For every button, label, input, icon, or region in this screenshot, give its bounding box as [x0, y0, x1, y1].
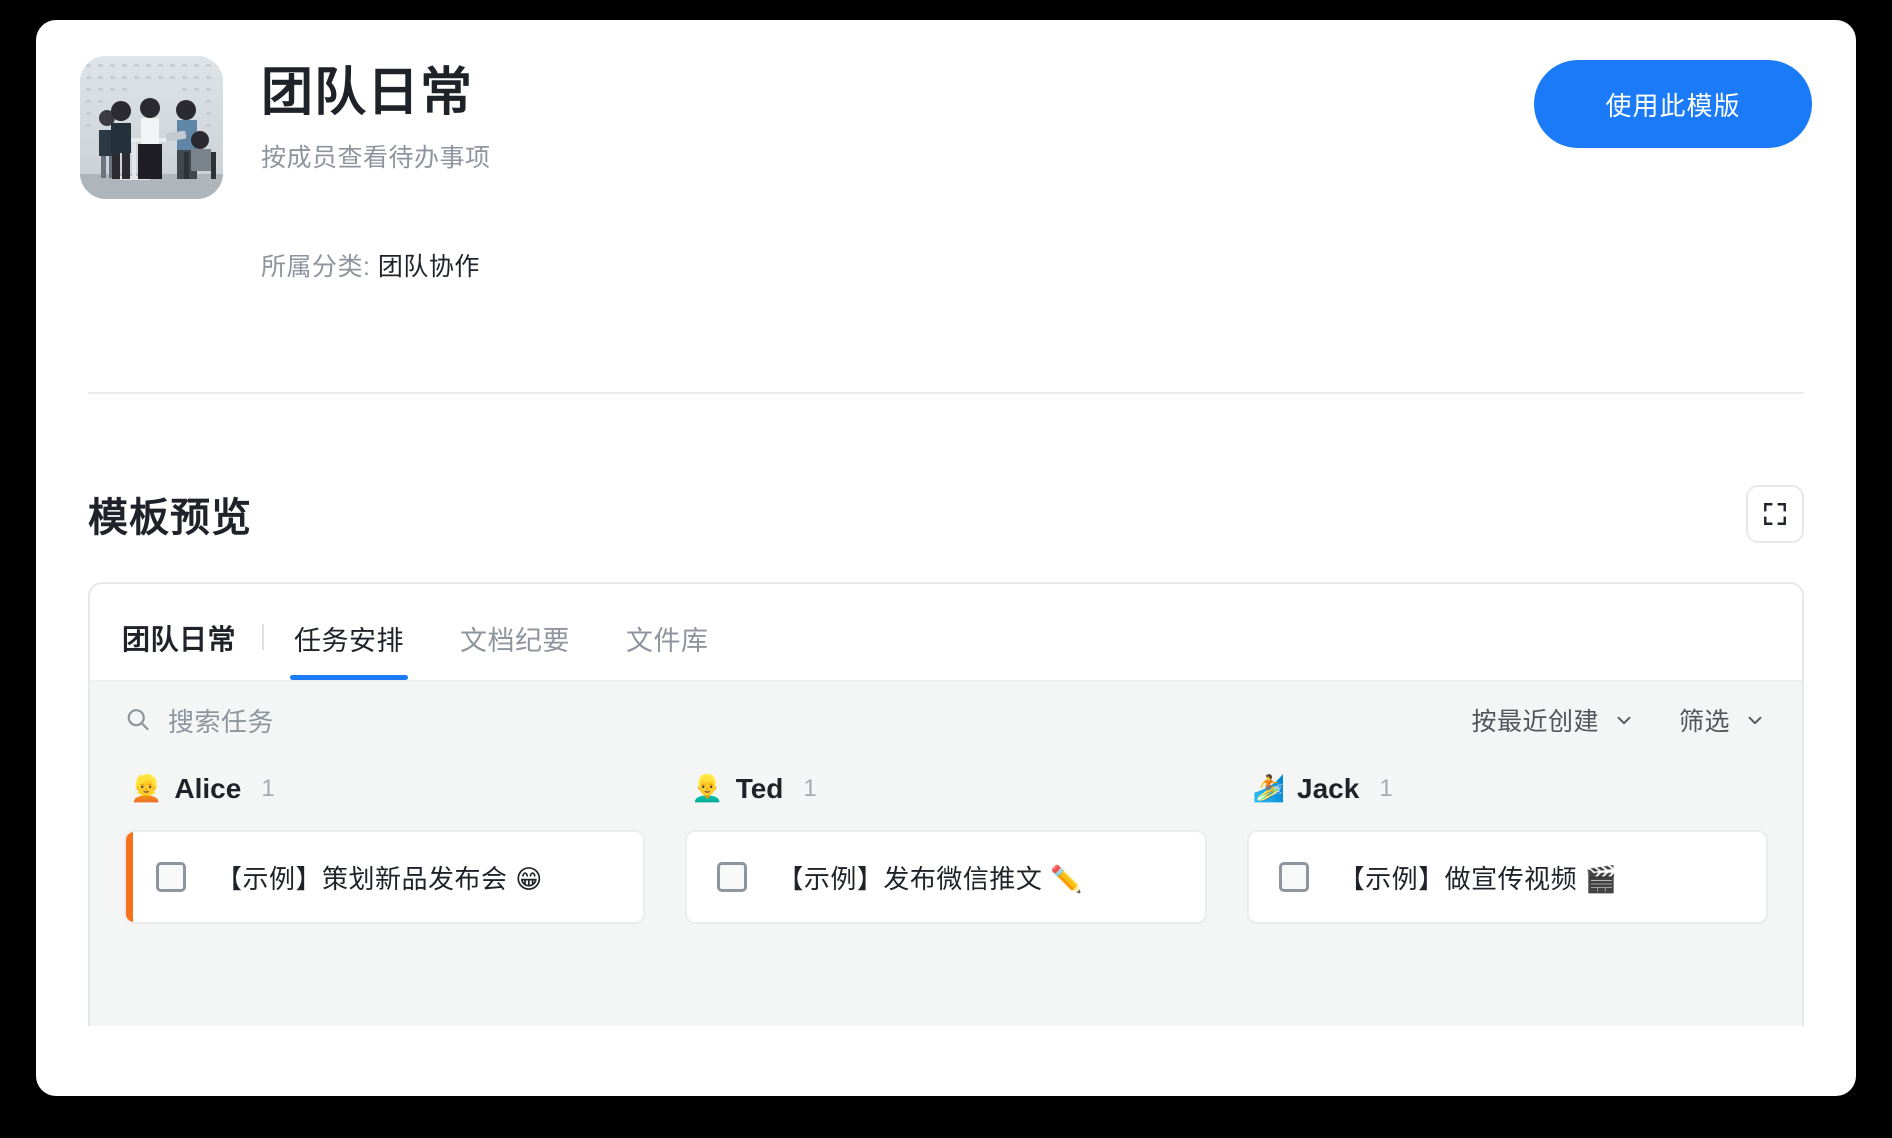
sort-dropdown-label: 按最近创建 — [1471, 708, 1599, 736]
member-avatar-emoji: 🏄 — [1252, 774, 1286, 804]
preview-header-row: 模板预览 — [88, 482, 1804, 546]
filter-dropdown-label: 筛选 — [1678, 708, 1730, 736]
member-name: Ted — [735, 773, 784, 804]
task-title: 【示例】发布微信推文 ✏️ — [777, 863, 1083, 894]
tab-task-schedule[interactable]: 任务安排 — [290, 619, 409, 680]
category-label: 所属分类: — [261, 253, 371, 281]
member-header: 👱‍♂️ Ted 1 — [685, 764, 1206, 814]
task-title: 【示例】策划新品发布会 😁 — [216, 863, 543, 894]
member-task-count: 1 — [803, 775, 817, 802]
member-avatar-emoji: 👱‍♂️ — [691, 774, 724, 804]
fullscreen-button[interactable] — [1746, 485, 1804, 543]
task-board: 👱 Alice 1 【示例】策划新品发布会 😁 👱‍♂️ — [90, 758, 1802, 924]
header-divider — [88, 392, 1804, 394]
task-checkbox[interactable] — [156, 862, 186, 892]
member-header: 👱 Alice 1 — [124, 764, 645, 814]
category-value: 团队协作 — [377, 253, 480, 281]
task-checkbox[interactable] — [717, 862, 748, 892]
search-placeholder: 搜索任务 — [168, 706, 275, 737]
sort-dropdown[interactable]: 按最近创建 — [1471, 702, 1635, 738]
template-detail-card: 团队日常 按成员查看待办事项 所属分类: 团队协作 使用此模版 模板预览 团队日… — [36, 20, 1856, 1096]
task-card[interactable]: 【示例】做宣传视频 🎬 — [1246, 830, 1768, 924]
preview-toolbar: 搜索任务 按最近创建 筛选 — [90, 682, 1802, 758]
filter-dropdown[interactable]: 筛选 — [1679, 702, 1766, 738]
member-column-alice: 👱 Alice 1 【示例】策划新品发布会 😁 — [124, 764, 646, 924]
tabbar-divider — [262, 624, 265, 650]
search-icon — [127, 709, 149, 731]
template-header: 团队日常 按成员查看待办事项 所属分类: 团队协作 使用此模版 — [36, 20, 1856, 420]
page-root: 团队日常 按成员查看待办事项 所属分类: 团队协作 使用此模版 模板预览 团队日… — [0, 0, 1892, 1138]
member-header: 🏄 Jack 1 — [1247, 764, 1768, 814]
task-card[interactable]: 【示例】发布微信推文 ✏️ — [685, 830, 1207, 924]
member-column-jack: 🏄 Jack 1 【示例】做宣传视频 🎬 — [1246, 764, 1768, 924]
member-name: Jack — [1297, 773, 1360, 804]
member-avatar-emoji: 👱 — [130, 774, 163, 804]
member-task-count: 1 — [261, 775, 275, 802]
category-line: 所属分类: 团队协作 — [261, 247, 1812, 283]
chevron-down-icon — [1748, 716, 1762, 725]
preview-tabbar: 团队日常 任务安排 文档纪要 文件库 — [90, 584, 1802, 682]
member-column-ted: 👱‍♂️ Ted 1 【示例】发布微信推文 ✏️ — [685, 764, 1207, 924]
embedded-preview-panel: 团队日常 任务安排 文档纪要 文件库 搜索任务 按最近创建 筛选 👱 Alice… — [88, 582, 1804, 1026]
tab-doc-minutes[interactable]: 文档纪要 — [456, 619, 574, 680]
chevron-down-icon — [1617, 716, 1631, 725]
page-title: 团队日常 — [261, 64, 474, 122]
member-task-count: 1 — [1379, 775, 1393, 802]
template-preview-section: 模板预览 团队日常 任务安排 文档纪要 文件库 搜索任务 按最近创建 筛选 👱 … — [36, 482, 1856, 1026]
member-name: Alice — [174, 773, 242, 804]
use-template-button[interactable]: 使用此模版 — [1534, 60, 1812, 148]
task-title: 【示例】做宣传视频 🎬 — [1338, 863, 1618, 894]
fullscreen-icon — [1764, 503, 1786, 525]
toolbar-right-controls: 按最近创建 筛选 — [1471, 702, 1766, 738]
page-subtitle: 按成员查看待办事项 — [261, 143, 491, 172]
preview-doc-title: 团队日常 — [122, 624, 237, 655]
title-block: 团队日常 按成员查看待办事项 — [261, 56, 491, 174]
search-input[interactable]: 搜索任务 — [124, 702, 274, 739]
preview-section-title: 模板预览 — [88, 496, 252, 540]
task-checkbox[interactable] — [1278, 862, 1309, 892]
thumbnail-photo-icon — [80, 56, 223, 199]
task-card[interactable]: 【示例】策划新品发布会 😁 — [124, 830, 646, 924]
template-thumbnail — [80, 56, 223, 199]
tab-file-library[interactable]: 文件库 — [622, 619, 713, 680]
